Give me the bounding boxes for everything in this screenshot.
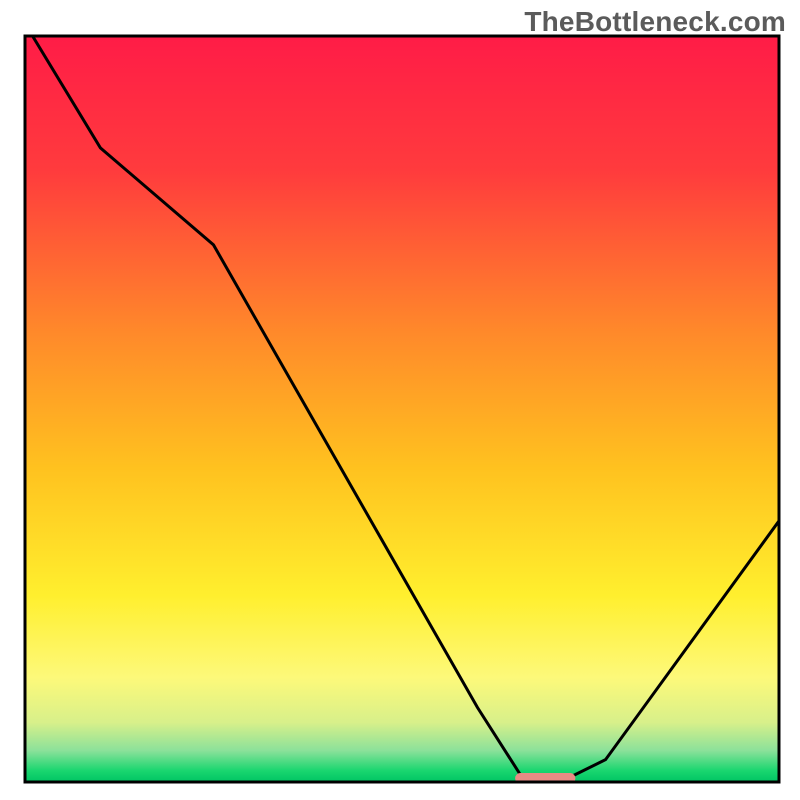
watermark-text: TheBottleneck.com [524,6,786,38]
plot-area [25,36,779,783]
gradient-background [25,36,779,782]
chart-container: TheBottleneck.com [0,0,800,800]
bottleneck-chart [0,0,800,800]
